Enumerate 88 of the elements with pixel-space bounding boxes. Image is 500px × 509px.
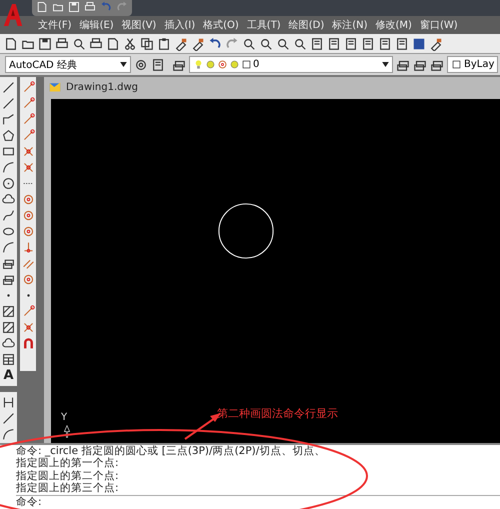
menu-item[interactable]: 视图(V)	[118, 18, 160, 32]
panel-icon[interactable]	[151, 58, 165, 72]
circle-shape	[217, 202, 275, 260]
paste-icon[interactable]	[157, 36, 171, 50]
text-tool[interactable]: A	[3, 369, 14, 383]
polyline-icon[interactable]	[2, 113, 15, 126]
panel-icon[interactable]	[327, 36, 341, 50]
zoom-icon[interactable]	[276, 36, 290, 50]
snap-line-icon[interactable]	[22, 129, 34, 142]
panel-icon[interactable]	[395, 36, 409, 50]
save-icon[interactable]	[38, 36, 52, 50]
drawing-tab[interactable]: Drawing1.dwg	[45, 79, 148, 95]
ellipse-icon[interactable]	[2, 225, 15, 238]
command-line-text: 命令: _circle 指定圆的圆心或 [三点(3P)/两点(2P)/切点、切点、	[16, 445, 326, 457]
document-icon[interactable]	[106, 36, 120, 50]
hatch-icon[interactable]	[2, 305, 15, 318]
menu-item[interactable]: 编辑(E)	[76, 18, 118, 32]
magnet-icon[interactable]	[22, 337, 34, 350]
printer-icon[interactable]	[89, 36, 103, 50]
square-icon	[451, 59, 462, 70]
snap-circle-icon[interactable]	[22, 193, 34, 206]
magnifier-icon[interactable]	[242, 36, 256, 50]
snap-perpendicular-icon[interactable]	[22, 241, 34, 254]
color-dropdown[interactable]: ByLay	[447, 56, 498, 73]
drawing-canvas[interactable]: Y 第二种画圆法命令行显示	[51, 99, 500, 443]
circle-icon[interactable]	[2, 177, 15, 190]
line-icon[interactable]	[2, 81, 15, 94]
menu-item[interactable]: 文件(F)	[34, 18, 76, 32]
caret-icon	[382, 62, 389, 67]
snap-line-icon[interactable]	[22, 305, 34, 318]
bulb-icon	[193, 59, 204, 70]
print-preview-icon[interactable]	[72, 36, 86, 50]
snap-parallel-icon[interactable]	[22, 257, 34, 270]
menu-item[interactable]: 插入(I)	[160, 18, 200, 32]
snap-line-icon[interactable]	[22, 113, 34, 126]
cut-icon[interactable]	[123, 36, 137, 50]
arc-icon[interactable]	[2, 428, 15, 441]
snap-cross-icon[interactable]	[22, 161, 34, 174]
arc-icon[interactable]	[2, 241, 15, 254]
hatch-icon[interactable]	[2, 321, 15, 334]
stack-icon[interactable]	[2, 273, 15, 286]
command-line-text: 指定圆上的第一个点:	[16, 457, 120, 470]
menu-item[interactable]: 标注(N)	[328, 18, 372, 32]
stack-icon[interactable]	[2, 257, 15, 270]
copy-icon[interactable]	[140, 36, 154, 50]
snap-circle-icon[interactable]	[22, 225, 34, 238]
snap-line-icon[interactable]	[22, 97, 34, 110]
ucs-axis-label: Y	[61, 412, 68, 423]
print-icon[interactable]	[55, 36, 69, 50]
snap-circle-icon[interactable]	[22, 273, 34, 286]
panel-icon[interactable]	[361, 36, 375, 50]
new-file-icon[interactable]	[4, 36, 18, 50]
caret-icon	[120, 62, 127, 67]
workspace-dropdown[interactable]: AutoCAD 经典	[5, 56, 131, 73]
zoom-icon[interactable]	[259, 36, 273, 50]
menu-item[interactable]: 窗口(W)	[416, 18, 462, 32]
snap-line-icon[interactable]	[22, 81, 34, 94]
menu-item[interactable]: 格式(O)	[199, 18, 243, 32]
arc-icon[interactable]	[2, 161, 15, 174]
snap-circle-icon[interactable]	[22, 209, 34, 222]
dimension-icon[interactable]	[2, 396, 15, 409]
menu-item[interactable]: 绘图(D)	[284, 18, 328, 32]
ucs-arrow-icon	[63, 425, 71, 438]
square-icon	[241, 59, 252, 70]
layer-dropdown[interactable]: 0	[189, 56, 393, 73]
annotation-text: 第二种画圆法命令行显示	[217, 406, 338, 421]
undo-icon[interactable]	[208, 36, 222, 50]
command-line-text: 命令:	[16, 494, 500, 508]
table-icon[interactable]	[2, 353, 15, 366]
line-icon[interactable]	[2, 97, 15, 110]
cloud-icon[interactable]	[2, 337, 15, 350]
panel-icon[interactable]	[344, 36, 358, 50]
command-line-panel[interactable]: 命令: _circle 指定圆的圆心或 [三点(3P)/两点(2P)/切点、切点、 指定圆上的第一个点: 指定圆上的第二个点: 指定圆上的第三个点: 命令:	[0, 443, 500, 509]
menu-item[interactable]: 修改(M)	[372, 18, 416, 32]
zoom-icon[interactable]	[293, 36, 307, 50]
snap-cross-icon[interactable]	[22, 321, 34, 334]
spline-icon[interactable]	[2, 209, 15, 222]
help-icon[interactable]	[412, 36, 426, 50]
command-line-text: 指定圆上的第二个点:	[16, 470, 120, 482]
polygon-icon[interactable]	[2, 129, 15, 142]
cloud-icon[interactable]	[2, 193, 15, 206]
line-icon[interactable]	[2, 412, 15, 425]
command-line-text: 指定圆上的第三个点:	[16, 482, 120, 495]
menu-item[interactable]: 工具(T)	[242, 18, 285, 32]
panel-icon[interactable]	[310, 36, 324, 50]
panel-icon[interactable]	[378, 36, 392, 50]
rectangle-icon[interactable]	[2, 145, 15, 158]
snap-cross-icon[interactable]	[22, 145, 34, 158]
